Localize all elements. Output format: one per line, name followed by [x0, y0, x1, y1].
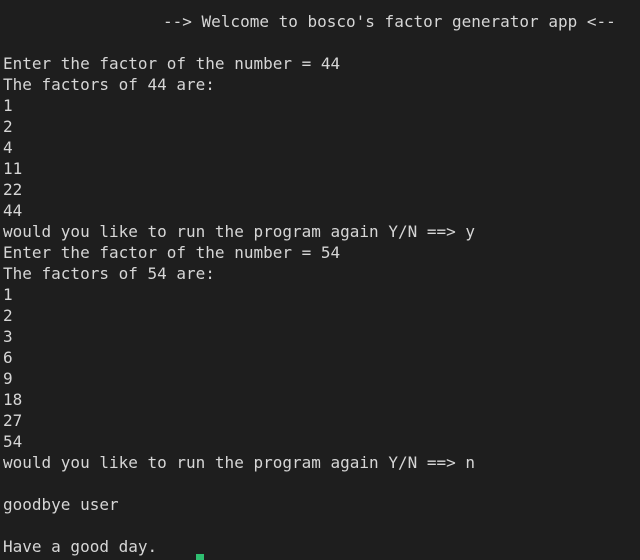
factor-line: 9: [3, 369, 13, 388]
factor-line: 1: [3, 285, 13, 304]
goodbye-line: goodbye user: [3, 495, 119, 514]
terminal-cursor: [196, 554, 204, 560]
factor-line: 27: [3, 411, 23, 430]
output-line-blank-1: [3, 32, 640, 53]
factor-line: 4: [3, 138, 13, 157]
factor-line: 3: [3, 327, 13, 346]
factor-line: 2: [3, 117, 13, 136]
factors-header-54: The factors of 54 are:: [3, 264, 215, 283]
prompt-line-number-54: Enter the factor of the number = 54: [3, 243, 341, 262]
output-line-blank-3: [3, 515, 640, 536]
welcome-banner: --> Welcome to bosco's factor generator …: [163, 12, 616, 31]
factor-line: 2: [3, 306, 13, 325]
closing-line: Have a good day.: [3, 537, 158, 556]
terminal-window[interactable]: --> Welcome to bosco's factor generator …: [0, 0, 640, 560]
factor-line: 54: [3, 432, 23, 451]
prompt-line-number-44: Enter the factor of the number = 44: [3, 54, 341, 73]
factor-line: 11: [3, 159, 23, 178]
factors-header-44: The factors of 44 are:: [3, 75, 215, 94]
output-line-blank-2: [3, 473, 640, 494]
factor-line: 22: [3, 180, 23, 199]
factor-line: 44: [3, 201, 23, 220]
rerun-prompt-line: would you like to run the program again …: [3, 222, 476, 241]
rerun-prompt-line: would you like to run the program again …: [3, 453, 476, 472]
factor-line: 1: [3, 96, 13, 115]
factor-line: 18: [3, 390, 23, 409]
factor-line: 6: [3, 348, 13, 367]
